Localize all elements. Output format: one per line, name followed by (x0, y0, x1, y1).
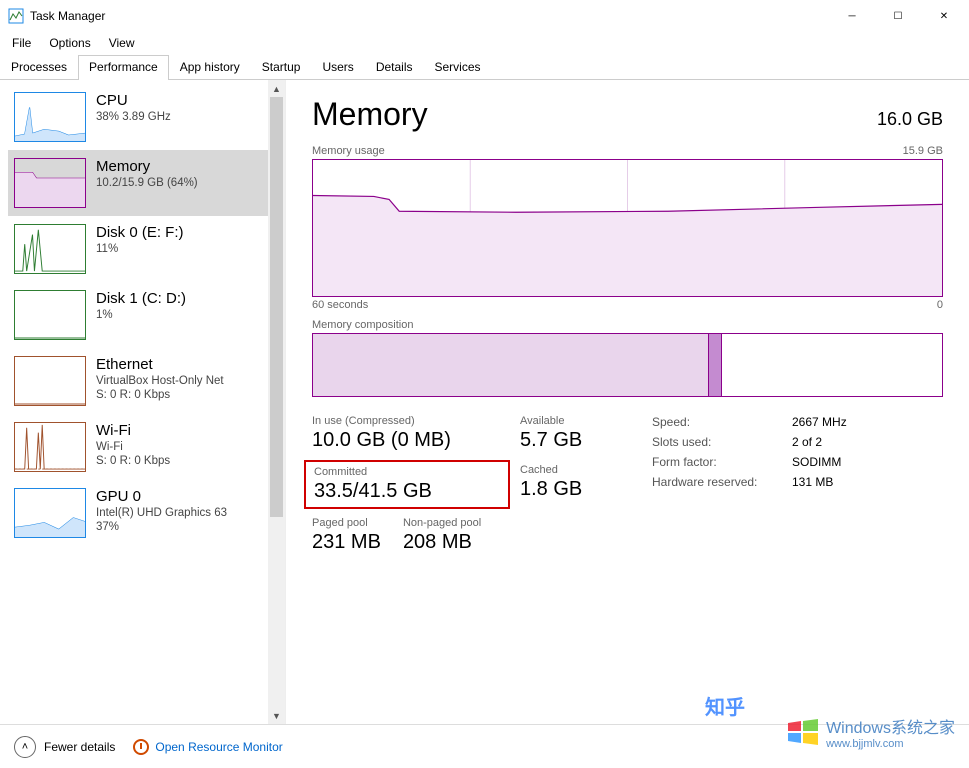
usage-chart-max: 15.9 GB (903, 145, 943, 157)
axis-right: 0 (937, 299, 943, 311)
scroll-down-icon[interactable]: ▼ (268, 707, 285, 724)
comp-chart-label: Memory composition (312, 319, 413, 331)
sidebar-ethernet-title: Ethernet (96, 356, 224, 373)
disk1-thumbnail-chart (14, 290, 86, 340)
sidebar-disk1-title: Disk 1 (C: D:) (96, 290, 186, 307)
menu-view[interactable]: View (101, 34, 143, 52)
tab-details[interactable]: Details (365, 55, 424, 80)
memory-thumbnail-chart (14, 158, 86, 208)
sidebar-gpu0-title: GPU 0 (96, 488, 227, 505)
ethernet-thumbnail-chart (14, 356, 86, 406)
window-title: Task Manager (30, 9, 105, 23)
menu-file[interactable]: File (4, 34, 39, 52)
cpu-thumbnail-chart (14, 92, 86, 142)
scrollbar-thumb[interactable] (270, 97, 283, 517)
windows-logo-icon (786, 717, 820, 747)
maximize-button[interactable]: ☐ (875, 0, 921, 32)
stat-cached: Cached 1.8 GB (520, 464, 630, 505)
memory-usage-chart[interactable] (312, 159, 943, 297)
sidebar-wifi-sub1: Wi-Fi (96, 441, 170, 453)
usage-chart-label: Memory usage (312, 145, 385, 157)
sidebar-item-gpu0[interactable]: GPU 0 Intel(R) UHD Graphics 63 37% (8, 480, 268, 546)
memory-panel: Memory 16.0 GB Memory usage 15.9 GB 60 s… (286, 80, 969, 724)
comp-in-use-segment (313, 334, 709, 396)
sidebar-item-cpu[interactable]: CPU 38% 3.89 GHz (8, 84, 268, 150)
close-button[interactable]: ✕ (921, 0, 967, 32)
axis-left: 60 seconds (312, 299, 368, 311)
minimize-button[interactable]: ─ (829, 0, 875, 32)
watermark: Windows系统之家 www.bjjmlv.com (786, 714, 955, 750)
tab-processes[interactable]: Processes (0, 55, 78, 80)
tab-bar: Processes Performance App history Startu… (0, 54, 969, 80)
tab-performance[interactable]: Performance (78, 55, 169, 80)
sidebar-memory-title: Memory (96, 158, 198, 175)
sidebar-cpu-title: CPU (96, 92, 171, 109)
sidebar-item-disk1[interactable]: Disk 1 (C: D:) 1% (8, 282, 268, 348)
sidebar-ethernet-sub1: VirtualBox Host-Only Net (96, 375, 224, 387)
open-resource-monitor-link[interactable]: Open Resource Monitor (133, 739, 282, 755)
stat-in-use: In use (Compressed) 10.0 GB (0 MB) (312, 415, 502, 452)
sidebar-wifi-title: Wi-Fi (96, 422, 170, 439)
chevron-up-icon: ˄ (14, 736, 36, 758)
sidebar-ethernet-sub2: S: 0 R: 0 Kbps (96, 389, 224, 401)
performance-sidebar: CPU 38% 3.89 GHz Memory 10.2/15.9 GB (64… (0, 80, 268, 724)
detail-form-factor: SODIMM (792, 455, 841, 469)
tab-services[interactable]: Services (424, 55, 492, 80)
detail-speed: 2667 MHz (792, 415, 847, 429)
sidebar-wifi-sub2: S: 0 R: 0 Kbps (96, 455, 170, 467)
gpu0-thumbnail-chart (14, 488, 86, 538)
sidebar-memory-sub: 10.2/15.9 GB (64%) (96, 177, 198, 189)
tab-startup[interactable]: Startup (251, 55, 312, 80)
memory-details: Speed:2667 MHz Slots used:2 of 2 Form fa… (652, 415, 847, 554)
comp-modified-segment (709, 334, 722, 396)
sidebar-gpu0-sub2: 37% (96, 521, 227, 533)
detail-hw-reserved: 131 MB (792, 475, 833, 489)
memory-total: 16.0 GB (877, 109, 943, 130)
disk0-thumbnail-chart (14, 224, 86, 274)
sidebar-disk0-sub: 11% (96, 243, 184, 255)
sidebar-item-wifi[interactable]: Wi-Fi Wi-Fi S: 0 R: 0 Kbps (8, 414, 268, 480)
memory-composition-chart[interactable] (312, 333, 943, 397)
sidebar-item-disk0[interactable]: Disk 0 (E: F:) 11% (8, 216, 268, 282)
stat-nonpaged-pool: Non-paged pool 208 MB (403, 517, 481, 554)
sidebar-scrollbar[interactable]: ▲ ▼ (268, 80, 285, 724)
stat-paged-pool: Paged pool 231 MB (312, 517, 381, 554)
fewer-details-button[interactable]: ˄ Fewer details (14, 736, 115, 758)
stat-committed: Committed 33.5/41.5 GB (304, 460, 510, 509)
sidebar-cpu-sub: 38% 3.89 GHz (96, 111, 171, 123)
menubar: File Options View (0, 32, 969, 54)
titlebar: Task Manager ─ ☐ ✕ (0, 0, 969, 32)
sidebar-disk0-title: Disk 0 (E: F:) (96, 224, 184, 241)
watermark-zhihu: 知乎 (705, 691, 745, 720)
menu-options[interactable]: Options (41, 34, 98, 52)
sidebar-item-ethernet[interactable]: Ethernet VirtualBox Host-Only Net S: 0 R… (8, 348, 268, 414)
detail-slots: 2 of 2 (792, 435, 822, 449)
stat-available: Available 5.7 GB (520, 415, 630, 452)
wifi-thumbnail-chart (14, 422, 86, 472)
tab-users[interactable]: Users (311, 55, 364, 80)
scroll-up-icon[interactable]: ▲ (268, 80, 285, 97)
sidebar-disk1-sub: 1% (96, 309, 186, 321)
sidebar-gpu0-sub1: Intel(R) UHD Graphics 63 (96, 507, 227, 519)
sidebar-item-memory[interactable]: Memory 10.2/15.9 GB (64%) (8, 150, 268, 216)
tab-app-history[interactable]: App history (169, 55, 251, 80)
page-title: Memory (312, 96, 428, 133)
app-icon (8, 8, 24, 24)
resource-monitor-icon (133, 739, 149, 755)
